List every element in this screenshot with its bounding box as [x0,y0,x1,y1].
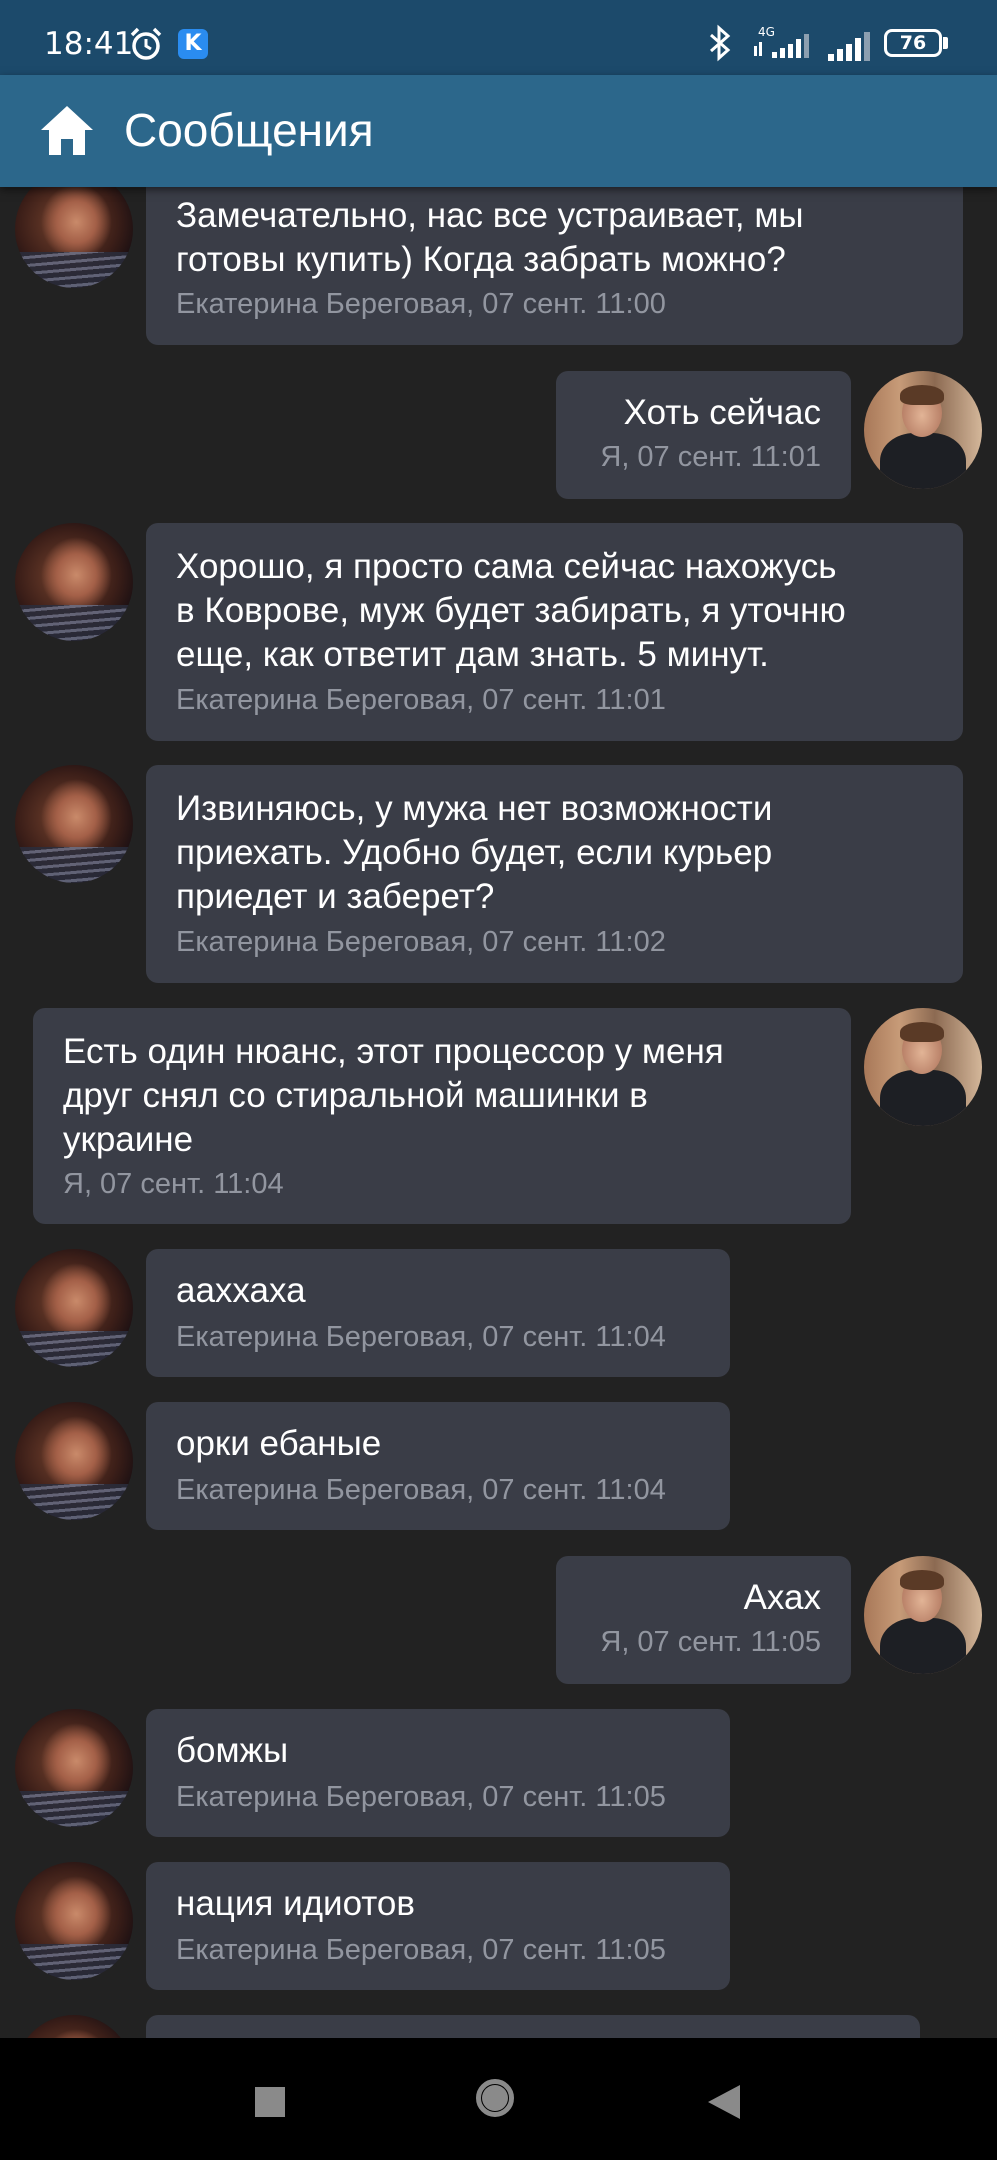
battery-icon: 76 [884,29,942,57]
message-text: Извиняюсь, у мужа нет возможности приеха… [176,789,773,916]
message-meta: Екатерина Береговая, 07 сент. 11:04 [176,1474,666,1506]
message-bubble[interactable]: нация идиотов Екатерина Береговая, 07 се… [146,1862,730,1990]
back-triangle-icon[interactable] [706,2083,742,2121]
avatar-sender[interactable] [15,1402,133,1520]
message-meta: Екатерина Береговая, 07 сент. 11:05 [176,1934,666,1966]
message-text: бомжы [176,1731,289,1770]
home-dot [482,2085,508,2111]
avatar-sender[interactable] [15,1862,133,1980]
avatar-me[interactable] [864,371,982,489]
avatar-me[interactable] [864,1008,982,1126]
message-bubble[interactable]: орки ебаные Екатерина Береговая, 07 сент… [146,1402,730,1530]
message-bubble[interactable]: бомжы Екатерина Береговая, 07 сент. 11:0… [146,1709,730,1837]
avatar-me[interactable] [864,1556,982,1674]
message-meta: Я, 07 сент. 11:01 [600,441,821,473]
message-bubble[interactable]: Хорошо, я просто сама сейчас нахожусь в … [146,523,963,741]
message-bubble[interactable]: Замечательно, нас все устраивает, мы гот… [146,170,963,345]
signal-4g-icon: 4G [754,25,809,58]
message-text: Хоть сейчас [623,393,821,432]
network-label: 4G [758,25,775,39]
avatar-sender[interactable] [15,523,133,641]
message-meta: Я, 07 сент. 11:04 [63,1168,284,1200]
message-text: нация идиотов [176,1884,415,1923]
message-meta: Екатерина Береговая, 07 сент. 11:01 [176,684,666,716]
home-icon[interactable] [38,103,96,157]
message-meta: Екатерина Береговая, 07 сент. 11:00 [176,288,666,320]
square-icon[interactable] [255,2087,285,2117]
signal-icon [828,32,870,61]
message-text: Хорошо, я просто сама сейчас нахожусь в … [176,547,846,674]
alarm-icon [130,27,162,60]
message-meta: Я, 07 сент. 11:05 [600,1626,821,1658]
message-text: Замечательно, нас все устраивает, мы гот… [176,196,804,279]
avatar-sender[interactable] [15,1249,133,1367]
avatar-sender[interactable] [15,1709,133,1827]
avatar-sender[interactable] [15,765,133,883]
page-title: Сообщения [124,104,374,156]
battery-tip [943,37,948,49]
message-meta: Екатерина Береговая, 07 сент. 11:02 [176,926,666,958]
message-text: Ахах [743,1578,821,1617]
message-text: Есть один нюанс, этот процессор у меня д… [63,1032,724,1159]
message-meta: Екатерина Береговая, 07 сент. 11:04 [176,1321,666,1353]
avatar-sender[interactable] [15,170,133,288]
status-time: 18:41 [44,26,134,62]
message-bubble[interactable]: Извиняюсь, у мужа нет возможности приеха… [146,765,963,983]
message-bubble[interactable]: ааххаха Екатерина Береговая, 07 сент. 11… [146,1249,730,1377]
bluetooth-icon [710,24,731,62]
message-bubble[interactable]: Есть один нюанс, этот процессор у меня д… [33,1008,851,1224]
k-app-badge: K [178,29,208,59]
message-text: орки ебаные [176,1424,382,1463]
message-text: ааххаха [176,1271,306,1310]
message-bubble[interactable]: Ахах Я, 07 сент. 11:05 [556,1556,851,1684]
app-bar: Сообщения [0,75,997,187]
message-bubble[interactable]: Хоть сейчас Я, 07 сент. 11:01 [556,371,851,499]
status-bar: 18:41 K 4G 76 [0,0,997,75]
message-meta: Екатерина Береговая, 07 сент. 11:05 [176,1781,666,1813]
